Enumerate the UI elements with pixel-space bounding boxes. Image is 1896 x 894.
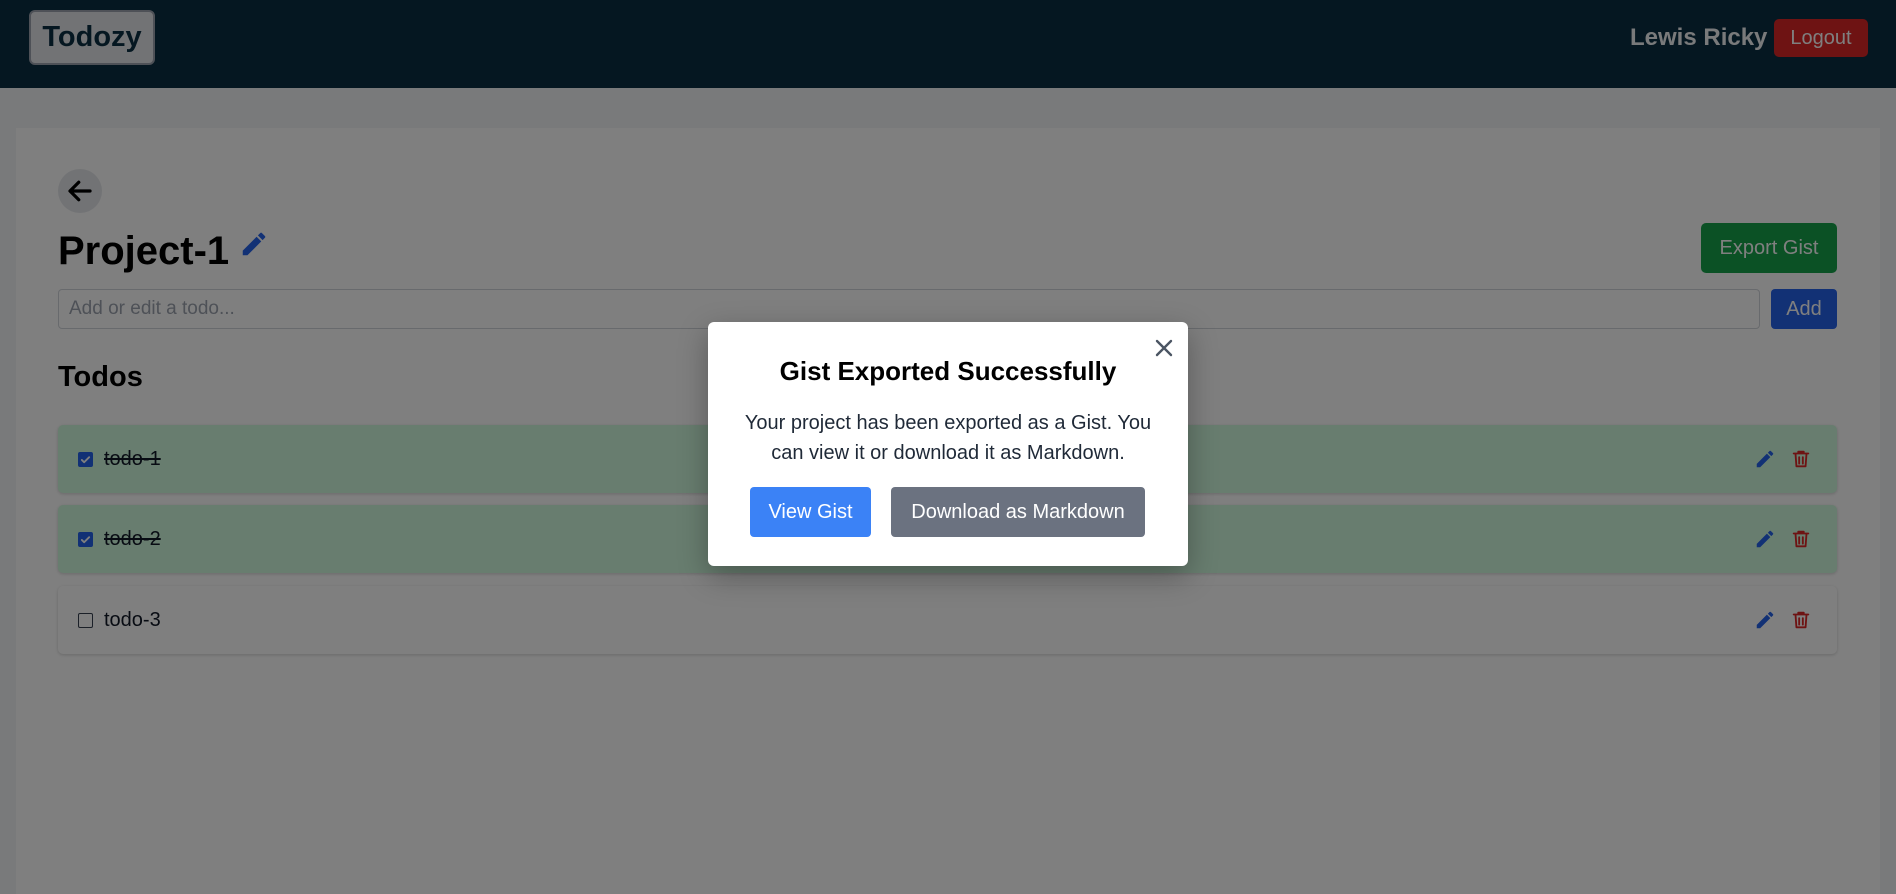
dialog-message: Your project has been exported as a Gist… [744, 412, 1152, 464]
export-success-dialog: Gist Exported Successfully Your project … [708, 322, 1188, 566]
dialog-title: Gist Exported Successfully [779, 356, 1117, 386]
download-markdown-button[interactable]: Download as Markdown [891, 487, 1145, 537]
view-gist-button[interactable]: View Gist [750, 487, 871, 537]
